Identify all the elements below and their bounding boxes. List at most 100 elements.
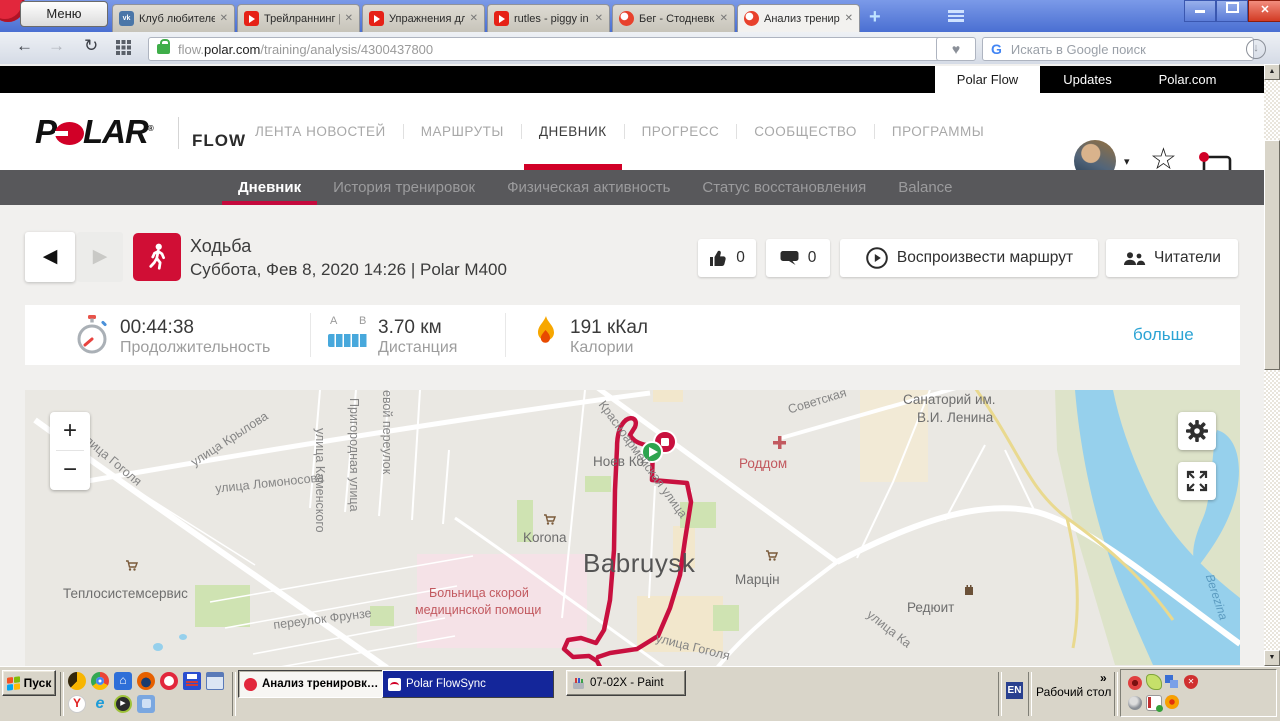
window-restore-button[interactable] <box>1216 0 1248 22</box>
tray-icon-red[interactable] <box>1128 676 1142 690</box>
map-fullscreen-button[interactable] <box>1178 462 1216 500</box>
tab-close-icon[interactable]: ✕ <box>220 13 228 24</box>
walking-sport-icon <box>133 233 181 281</box>
flame-icon <box>538 316 554 343</box>
replay-route-button[interactable]: Воспроизвести маршрут <box>840 239 1098 277</box>
distance-ruler-icon <box>328 334 368 347</box>
map-settings-button[interactable] <box>1178 412 1216 450</box>
window-close-button[interactable]: ✕ <box>1248 0 1280 22</box>
zoom-out-button[interactable]: − <box>50 451 90 489</box>
tray-icon-lime[interactable] <box>1146 674 1162 690</box>
city-label: Babruysk <box>583 548 696 578</box>
site-tab-updates[interactable]: Updates <box>1040 66 1135 93</box>
avatar-caret-icon[interactable]: ▾ <box>1124 155 1130 168</box>
tray-icon-security[interactable]: ✕ <box>1184 675 1198 689</box>
secure-lock-icon <box>157 39 170 54</box>
subnav-recovery[interactable]: Статус восстановления <box>686 170 882 205</box>
like-button[interactable]: 0 <box>698 239 756 277</box>
desktop-toolbar-label[interactable]: Рабочий стол <box>1036 685 1111 699</box>
vk-favicon: vk <box>119 11 134 26</box>
nav-item-feed[interactable]: ЛЕНТА НОВОСТЕЙ <box>238 124 404 139</box>
back-button[interactable]: ← <box>16 36 33 56</box>
stopwatch-icon <box>77 315 107 354</box>
browser-tab[interactable]: Бег - Стодневка по бег ✕ <box>612 4 735 32</box>
search-field[interactable]: G <box>982 37 1254 61</box>
taskbar-overflow-chevron[interactable]: » <box>1100 671 1107 685</box>
quicklaunch-ie-icon[interactable]: e <box>91 695 109 713</box>
system-tray: ✕ 18:37 суббота <box>1120 669 1277 717</box>
quicklaunch-firefox-icon[interactable] <box>137 672 155 690</box>
ruler-a-label: A <box>330 315 338 327</box>
search-input[interactable] <box>1008 40 1203 58</box>
new-tab-button[interactable]: + <box>869 6 881 29</box>
route-map[interactable]: улица Крылова улица Гоголя улица Ломонос… <box>25 390 1240 666</box>
browser-tab[interactable]: rutles - piggy in the middl ✕ <box>487 4 610 32</box>
subnav-activity[interactable]: Физическая активность <box>491 170 686 205</box>
quicklaunch-mpc-icon[interactable]: ▶ <box>114 695 132 713</box>
quicklaunch-save-icon[interactable] <box>183 672 201 690</box>
browser-menu-button[interactable]: Меню <box>20 1 108 27</box>
task-button-opera[interactable]: Анализ тренировки - ... <box>238 670 390 698</box>
quicklaunch-yandex-icon[interactable]: Y <box>68 695 86 713</box>
tray-icon-target[interactable] <box>1165 695 1179 709</box>
quicklaunch-chrome-icon[interactable] <box>91 672 109 690</box>
shop-cart-icon <box>766 550 778 561</box>
tray-icon-webcam[interactable] <box>1128 696 1142 710</box>
browser-tab[interactable]: vk Клуб любителей бега " ✕ <box>112 4 235 32</box>
readers-button[interactable]: Читатели <box>1106 239 1238 277</box>
nav-item-diary[interactable]: ДНЕВНИК <box>522 124 625 139</box>
scroll-up-button[interactable]: ▲ <box>1264 64 1280 80</box>
page-scrollbar[interactable]: ▲ ▼ <box>1264 64 1280 666</box>
task-button-paint[interactable]: 07-02X - Paint <box>566 670 686 696</box>
bookmark-heart-button[interactable]: ♥ <box>936 37 976 61</box>
scroll-down-button[interactable]: ▼ <box>1264 650 1280 666</box>
polar-logo[interactable]: P LAR® <box>35 113 154 151</box>
zoom-in-button[interactable]: + <box>50 412 90 450</box>
tab-close-icon[interactable]: ✕ <box>595 13 603 24</box>
quicklaunch-home-icon[interactable]: ⌂ <box>114 672 132 690</box>
quicklaunch-opera-icon[interactable] <box>160 672 178 690</box>
forward-button[interactable]: → <box>48 36 65 56</box>
subnav-balance[interactable]: Balance <box>882 170 968 205</box>
activity-subtitle: Суббота, Фев 8, 2020 14:26 | Polar M400 <box>190 260 507 279</box>
tab-close-icon[interactable]: ✕ <box>345 13 353 24</box>
browser-tab-active[interactable]: Анализ тренировки - Po ✕ <box>737 4 860 32</box>
browser-tab[interactable]: Трейлраннинг | Упражн ✕ <box>237 4 360 32</box>
nav-item-community[interactable]: СООБЩЕСТВО <box>737 124 875 139</box>
tab-close-icon[interactable]: ✕ <box>470 13 478 24</box>
prev-session-button[interactable]: ◀ <box>25 232 75 282</box>
nav-item-programs[interactable]: ПРОГРАММЫ <box>875 124 1001 139</box>
reload-button[interactable]: ↻ <box>84 36 98 56</box>
poi-label: Теплосистемсервис <box>63 586 188 601</box>
download-button[interactable]: ↓ <box>1246 39 1266 59</box>
scrollbar-thumb[interactable] <box>1264 140 1280 370</box>
nav-item-routes[interactable]: МАРШРУТЫ <box>404 124 522 139</box>
quicklaunch-aimp-icon[interactable] <box>68 672 86 690</box>
quicklaunch-moviemaker-icon[interactable] <box>137 695 155 713</box>
nav-item-progress[interactable]: ПРОГРЕСС <box>625 124 738 139</box>
browser-tab[interactable]: Упражнения для укреп ✕ <box>362 4 485 32</box>
next-session-button[interactable]: ▶ <box>77 232 123 282</box>
duration-value: 00:44:38 <box>120 317 194 338</box>
tab-close-icon[interactable]: ✕ <box>720 13 728 24</box>
url-field[interactable]: flow.polar.com/training/analysis/4300437… <box>148 37 948 61</box>
subnav-history[interactable]: История тренировок <box>317 170 491 205</box>
window-minimize-button[interactable] <box>1184 0 1216 22</box>
site-tab-polar-com[interactable]: Polar.com <box>1135 66 1240 93</box>
tab-close-icon[interactable]: ✕ <box>845 13 853 24</box>
tab-list-button[interactable] <box>948 8 970 24</box>
language-indicator[interactable]: EN <box>1006 682 1023 699</box>
more-link[interactable]: больше <box>1133 325 1194 345</box>
subnav-diary[interactable]: Дневник <box>222 170 317 205</box>
quicklaunch-window-icon[interactable] <box>206 672 224 690</box>
tab-title: Упражнения для укреп <box>389 12 465 25</box>
start-button[interactable]: Пуск <box>2 670 56 696</box>
site-tab-polar-flow[interactable]: Polar Flow <box>935 66 1040 93</box>
speed-dial-icon[interactable] <box>116 40 131 55</box>
tray-icon-network[interactable] <box>1165 675 1179 689</box>
people-icon <box>1124 251 1146 265</box>
poi-label: Санаторий им. <box>903 392 996 407</box>
comment-button[interactable]: 0 <box>766 239 830 277</box>
tray-icon-notes[interactable] <box>1146 695 1163 712</box>
task-button-flowsync[interactable]: Polar FlowSync <box>382 670 554 698</box>
